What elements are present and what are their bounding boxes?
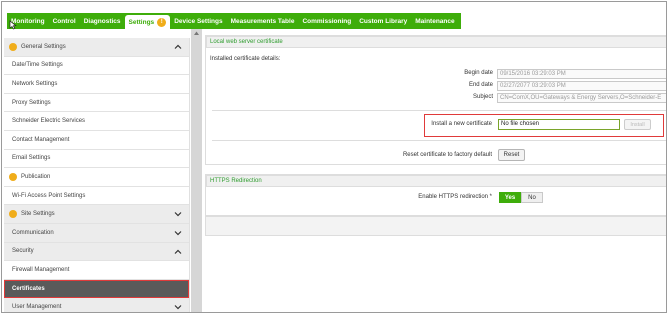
no-option[interactable]: No xyxy=(521,192,543,203)
sidebar-item-label: Schneider Electric Services xyxy=(12,118,86,125)
sidebar-item-label: Proxy Settings xyxy=(12,99,51,106)
nav-tab-maintenance[interactable]: Maintenance xyxy=(411,13,458,29)
https-panel-header: HTTPS Redirection xyxy=(206,175,666,187)
sidebar-item-label: Certificates xyxy=(12,285,45,292)
nav-tab-label: Custom Library xyxy=(359,17,408,25)
sidebar-item-label: User Management xyxy=(12,304,62,311)
divider xyxy=(212,140,666,141)
scroll-up-arrow-icon[interactable] xyxy=(193,30,200,36)
chevron-up-icon[interactable] xyxy=(174,43,182,51)
nav-tab-label: Settings xyxy=(128,18,155,26)
nav-tab-label: Maintenance xyxy=(415,17,455,25)
mouse-cursor-icon xyxy=(9,20,17,30)
warning-icon: ! xyxy=(157,17,167,27)
certificate-panel: Local web server certificate Installed c… xyxy=(205,35,666,165)
warning-icon xyxy=(9,42,17,51)
sidebar-scrollbar[interactable] xyxy=(191,29,202,312)
nav-tab-device-settings[interactable]: Device Settings xyxy=(170,13,226,29)
subject-field: CN=ComX,OU=Gateways & Energy Servers,O=S… xyxy=(497,93,666,103)
sidebar-item-email-settings[interactable]: Email Settings xyxy=(4,150,189,169)
reset-button[interactable]: Reset xyxy=(498,149,525,161)
nav-tab-label: Control xyxy=(52,17,76,25)
warning-icon xyxy=(9,172,17,181)
top-navigation: Monitoring Control Diagnostics Settings! Dev… xyxy=(2,2,666,30)
sidebar-item-contact-management[interactable]: Contact Management xyxy=(4,131,189,150)
settings-sidebar: General Settings Date/Time Settings Networ… xyxy=(4,38,190,312)
sidebar-item-label: Email Settings xyxy=(12,155,51,162)
nav-tab-label: Commissioning xyxy=(302,17,352,25)
sidebar-item-communication[interactable]: Communication xyxy=(4,223,189,243)
sidebar-item-label: Contact Management xyxy=(12,136,70,143)
warning-icon xyxy=(9,210,17,219)
sidebar-item-user-management[interactable]: User Management xyxy=(4,298,189,312)
certificate-panel-header: Local web server certificate xyxy=(206,36,666,48)
sidebar-item-security[interactable]: Security xyxy=(4,242,189,262)
end-date-field: 02/27/2077 03:29:03 PM xyxy=(497,81,666,91)
main-nav-bar: Monitoring Control Diagnostics Settings! Dev… xyxy=(7,13,461,29)
begin-date-label: Begin date xyxy=(464,70,493,76)
chevron-down-icon[interactable] xyxy=(174,229,182,237)
nav-tab-control[interactable]: Control xyxy=(49,13,80,29)
end-date-label: End date xyxy=(468,82,493,88)
install-button[interactable]: Install xyxy=(624,119,651,130)
https-redirection-panel: HTTPS Redirection Enable HTTPS redirecti… xyxy=(205,174,666,216)
nav-tab-diagnostics[interactable]: Diagnostics xyxy=(80,13,125,29)
sidebar-item-firewall-management[interactable]: Firewall Management xyxy=(4,261,189,280)
sidebar-item-label: Site Settings xyxy=(21,211,55,218)
sidebar-item-site-settings[interactable]: Site Settings xyxy=(4,205,189,224)
sidebar-item-label: Publication xyxy=(21,173,51,180)
yes-option[interactable]: Yes xyxy=(499,192,521,203)
sidebar-item-label: Communication xyxy=(12,229,54,236)
enable-https-label: Enable HTTPS redirection * xyxy=(418,194,492,200)
sidebar-item-label: Date/Time Settings xyxy=(12,62,63,69)
sidebar-item-general-settings[interactable]: General Settings xyxy=(4,38,189,57)
sidebar-item-proxy-settings[interactable]: Proxy Settings xyxy=(4,94,189,113)
sidebar-item-wi-fi-access-point-settings[interactable]: Wi-Fi Access Point Settings xyxy=(4,187,189,206)
installed-certificate-label: Installed certificate details: xyxy=(210,56,281,62)
empty-panel xyxy=(205,216,666,236)
sidebar-item-date-time-settings[interactable]: Date/Time Settings xyxy=(4,57,189,76)
main-content: Local web server certificate Installed c… xyxy=(205,35,666,312)
reset-certificate-label: Reset certificate to factory default xyxy=(402,152,492,158)
sidebar-item-label: Security xyxy=(12,248,34,255)
sidebar-item-label: Firewall Management xyxy=(12,266,70,273)
sidebar-item-certificates[interactable]: Certificates xyxy=(4,279,189,299)
chevron-down-icon[interactable] xyxy=(174,210,182,218)
subject-label: Subject xyxy=(472,94,493,100)
sidebar-item-label: General Settings xyxy=(21,43,66,50)
nav-tab-label: Device Settings xyxy=(174,17,223,25)
sidebar-item-label: Network Settings xyxy=(12,80,58,87)
install-certificate-label: Install a new certificate xyxy=(431,121,492,127)
begin-date-field: 09/15/2016 03:29:03 PM xyxy=(497,69,666,79)
divider xyxy=(212,110,666,111)
sidebar-item-network-settings[interactable]: Network Settings xyxy=(4,75,189,94)
nav-tab-settings[interactable]: Settings! xyxy=(124,15,171,29)
sidebar-item-label: Wi-Fi Access Point Settings xyxy=(12,192,86,199)
nav-tab-custom-library[interactable]: Custom Library xyxy=(355,13,411,29)
https-redirection-toggle[interactable]: Yes No xyxy=(499,192,543,203)
certificate-file-input[interactable]: No file chosen xyxy=(498,119,620,130)
sidebar-item-publication[interactable]: Publication xyxy=(4,168,189,187)
nav-tab-label: Diagnostics xyxy=(83,17,121,25)
chevron-up-icon[interactable] xyxy=(174,248,182,256)
nav-tab-label: Measurements Table xyxy=(230,17,295,25)
nav-tab-commissioning[interactable]: Commissioning xyxy=(298,13,355,29)
nav-tab-measurements-table[interactable]: Measurements Table xyxy=(227,13,299,29)
app-frame: Monitoring Control Diagnostics Settings! Dev… xyxy=(1,1,667,313)
sidebar-item-schneider-electric-services[interactable]: Schneider Electric Services xyxy=(4,112,189,131)
chevron-down-icon[interactable] xyxy=(174,303,182,311)
